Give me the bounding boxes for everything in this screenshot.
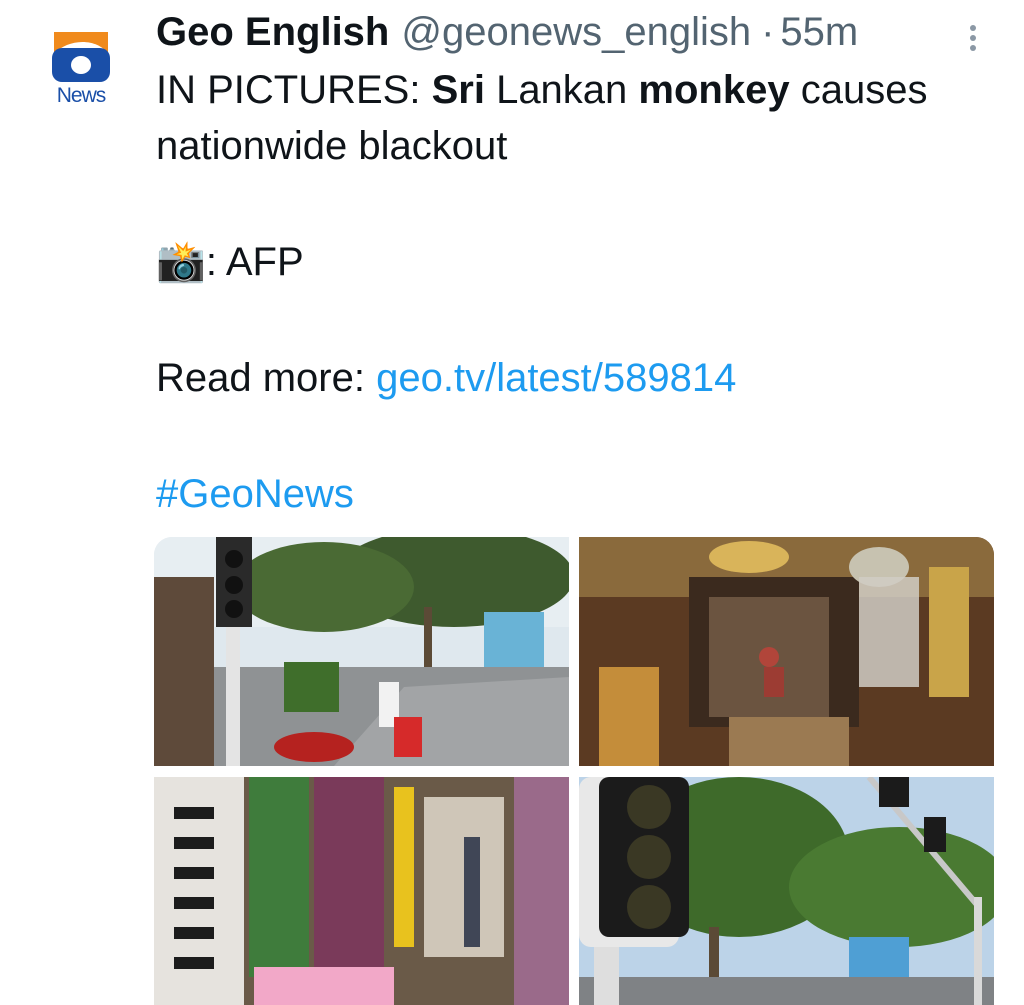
text-bold-segment: Sri	[431, 68, 485, 112]
traffic-lights-trees-photo[interactable]	[579, 777, 994, 1005]
author-name[interactable]: Geo English	[156, 10, 389, 55]
more-options-icon[interactable]	[960, 22, 986, 58]
article-link[interactable]: geo.tv/latest/589814	[376, 356, 736, 400]
lamp-shop-photo[interactable]	[579, 537, 994, 766]
text-bold-segment: monkey	[638, 68, 790, 112]
credit-text: : AFP	[205, 240, 304, 284]
author-handle[interactable]: @geonews_english	[401, 10, 751, 55]
post-header: Geo English @geonews_english · 55m	[156, 10, 858, 60]
hashtag-link[interactable]: #GeoNews	[156, 472, 354, 516]
text-segment: causes	[789, 68, 928, 112]
camera-flash-icon: 📸	[156, 240, 206, 284]
post-text-line-1: IN PICTURES: Sri Lankan monkey causes	[156, 66, 927, 114]
photo-credit: 📸: AFP	[156, 238, 304, 286]
geo-news-logo-icon	[52, 32, 110, 82]
avatar[interactable]: News	[50, 28, 112, 112]
avatar-label: News	[56, 84, 107, 107]
post-timestamp[interactable]: 55m	[780, 10, 858, 55]
hashtag-line: #GeoNews	[156, 470, 354, 518]
read-more-line: Read more: geo.tv/latest/589814	[156, 354, 736, 402]
post-text-line-2: nationwide blackout	[156, 124, 508, 168]
cosmetics-shop-photo[interactable]	[154, 777, 569, 1005]
separator-dot: ·	[761, 10, 775, 54]
text-segment: Lankan	[484, 68, 639, 112]
traffic-light-street-photo[interactable]	[154, 537, 569, 766]
text-segment: IN PICTURES:	[156, 68, 432, 112]
read-more-label: Read more:	[156, 356, 377, 400]
